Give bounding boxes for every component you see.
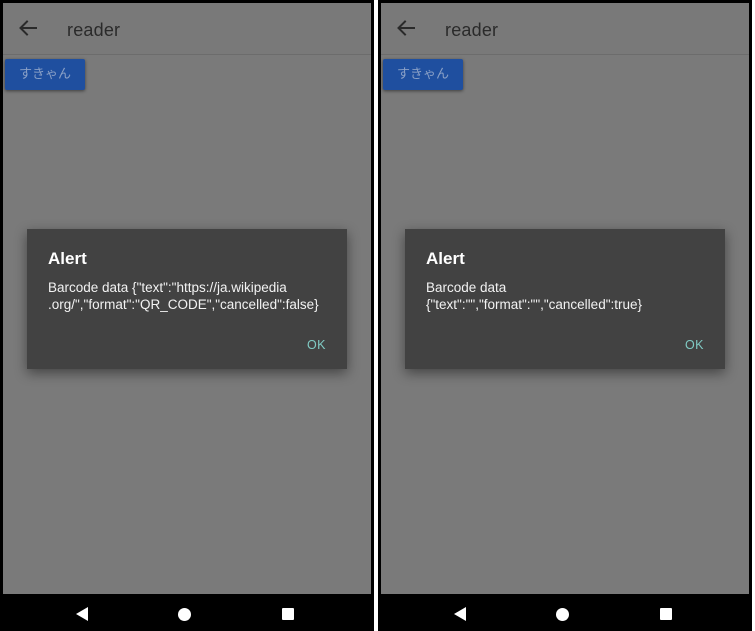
dialog-title: Alert <box>48 249 87 268</box>
phone-screen-left: reader すきゃん Alert Barcode data {"text":"… <box>0 0 374 631</box>
app-bar: reader <box>381 3 749 55</box>
nav-home-icon[interactable] <box>556 608 569 621</box>
app-title: reader <box>67 20 121 40</box>
app-title: reader <box>445 20 499 40</box>
scan-button[interactable]: すきゃん <box>5 59 85 90</box>
dialog-ok-button[interactable]: OK <box>685 338 704 352</box>
scan-button[interactable]: すきゃん <box>383 59 463 90</box>
phone-screen-right: reader すきゃん Alert Barcode data {"text":"… <box>378 0 752 631</box>
dialog-ok-button[interactable]: OK <box>307 338 326 352</box>
alert-dialog: Alert Barcode data {"text":"https://ja.w… <box>27 229 347 369</box>
alert-dialog: Alert Barcode data {"text":"","format":"… <box>405 229 725 369</box>
app-bar: reader <box>3 3 371 55</box>
dialog-title: Alert <box>426 249 465 268</box>
nav-back-icon[interactable] <box>454 607 466 621</box>
nav-recents-icon[interactable] <box>282 608 294 620</box>
system-nav-bar <box>378 594 752 631</box>
dialog-message: Barcode data {"text":"https://ja.wikiped… <box>48 280 319 312</box>
nav-recents-icon[interactable] <box>660 608 672 620</box>
app-screen: reader すきゃん Alert Barcode data {"text":"… <box>381 3 749 594</box>
system-nav-bar <box>0 594 374 631</box>
dialog-message: Barcode data {"text":"","format":"","can… <box>426 280 643 312</box>
nav-back-icon[interactable] <box>76 607 88 621</box>
nav-home-icon[interactable] <box>178 608 191 621</box>
app-screen: reader すきゃん Alert Barcode data {"text":"… <box>3 3 371 594</box>
back-arrow-icon[interactable] <box>396 18 416 38</box>
back-arrow-icon[interactable] <box>18 18 38 38</box>
